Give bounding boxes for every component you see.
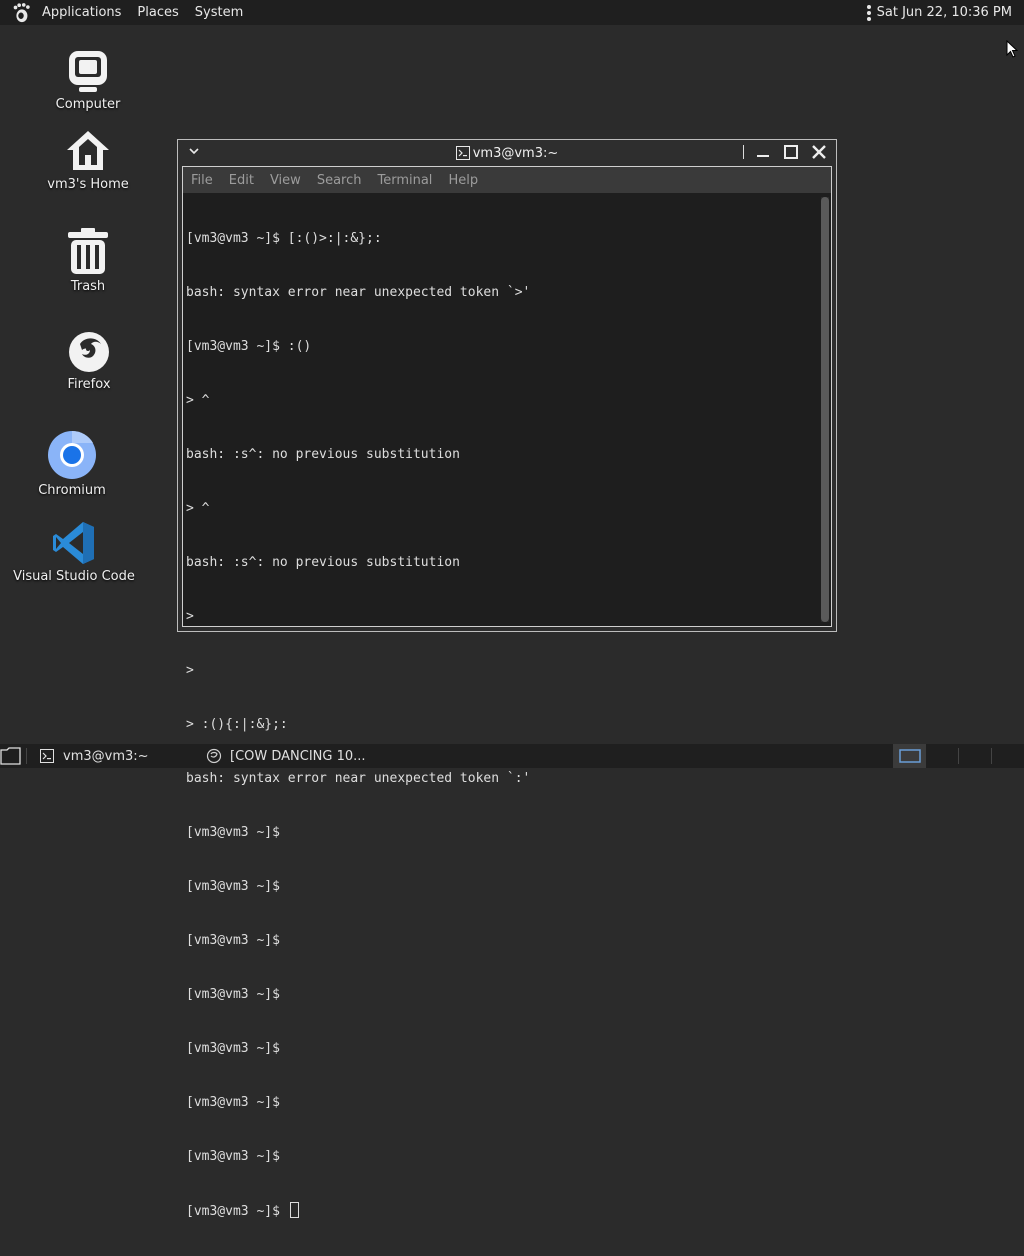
terminal-line: bash: :s^: no previous substitution: [186, 447, 460, 462]
menu-places[interactable]: Places: [129, 0, 186, 25]
window-title-text: vm3@vm3:~: [472, 145, 559, 161]
cow-icon: [206, 748, 222, 764]
terminal-output[interactable]: [vm3@vm3 ~]$ [:()>:|:&};: bash: syntax e…: [183, 193, 817, 1219]
terminal-line: [vm3@vm3 ~]$: [186, 879, 280, 894]
terminal-line: > ^: [186, 393, 210, 408]
menu-system[interactable]: System: [187, 0, 251, 25]
terminal-scrollbar[interactable]: [821, 197, 829, 622]
terminal-line: >: [186, 609, 194, 624]
top-panel: Applications Places System Sat Jun 22, 1…: [0, 0, 1024, 25]
computer-icon: [69, 51, 107, 92]
terminal-line: [vm3@vm3 ~]$: [186, 1041, 280, 1056]
terminal-prompt: [vm3@vm3 ~]$: [186, 1204, 288, 1219]
vscode-icon: [53, 522, 94, 564]
desktop-icon-firefox[interactable]: Firefox: [24, 328, 154, 393]
scrollbar-thumb[interactable]: [821, 197, 829, 622]
desktop-icon-label: Visual Studio Code: [13, 569, 135, 584]
terminal-line: bash: syntax error near unexpected token…: [186, 771, 531, 786]
close-button[interactable]: [810, 143, 828, 161]
clock[interactable]: Sat Jun 22, 10:36 PM: [877, 5, 1012, 20]
gnome-foot-icon[interactable]: [10, 2, 32, 24]
desktop-icon-chromium[interactable]: Chromium: [7, 430, 137, 499]
home-folder-icon: [67, 131, 109, 170]
titlebar-separator: [743, 145, 744, 159]
chromium-icon: [48, 430, 96, 479]
minimize-icon: [757, 155, 769, 157]
terminal-line: [vm3@vm3 ~]$: [186, 933, 280, 948]
window-title: vm3@vm3:~: [455, 145, 559, 161]
terminal-line: [vm3@vm3 ~]$: [186, 1095, 280, 1110]
terminal-prompt-line[interactable]: [vm3@vm3 ~]$: [186, 1202, 817, 1220]
workspace-1[interactable]: [893, 744, 926, 768]
terminal-line: [vm3@vm3 ~]$: [186, 825, 280, 840]
text-cursor: [289, 1202, 299, 1218]
terminal-line: > :(){:|:&};:: [186, 717, 288, 732]
mouse-pointer-icon: [1006, 40, 1018, 58]
terminal-line: [vm3@vm3 ~]$: [186, 987, 280, 1002]
desktop-icon-home[interactable]: vm3's Home: [23, 128, 153, 193]
terminal-line: [vm3@vm3 ~]$: [186, 1149, 280, 1164]
task-label: [COW DANCING 10...: [230, 748, 366, 764]
desktop-icon-vscode[interactable]: Visual Studio Code: [9, 520, 139, 585]
overflow-menu-icon[interactable]: [866, 4, 871, 21]
menu-file[interactable]: File: [191, 173, 213, 188]
bottom-panel: vm3@vm3:~ [COW DANCING 10...: [0, 744, 1024, 768]
desktop-icon-label: Computer: [55, 97, 121, 112]
terminal-line: >: [186, 663, 194, 678]
terminal-line: [vm3@vm3 ~]$ [:()>:|:&};:: [186, 231, 382, 246]
task-cow-dancing[interactable]: [COW DANCING 10...: [206, 744, 366, 768]
window-controls: [743, 143, 828, 161]
workspace-separator: [991, 748, 992, 764]
menu-search[interactable]: Search: [317, 173, 362, 188]
show-desktop-icon: [0, 747, 21, 765]
terminal-window[interactable]: vm3@vm3:~ File Edit View Search Terminal…: [177, 139, 837, 1219]
desktop-icon-label: Trash: [70, 279, 106, 294]
window-titlebar[interactable]: vm3@vm3:~: [178, 140, 836, 166]
desktop-icon-label: Firefox: [67, 377, 111, 392]
firefox-icon: [69, 332, 109, 372]
menu-view[interactable]: View: [270, 173, 301, 188]
show-desktop-button[interactable]: [0, 744, 22, 768]
desktop-icon-label: Chromium: [38, 483, 106, 498]
terminal-icon: [40, 749, 54, 763]
top-menu: Applications Places System: [34, 0, 251, 25]
trash-icon: [68, 228, 108, 274]
menu-terminal[interactable]: Terminal: [377, 173, 432, 188]
terminal-line: [vm3@vm3 ~]$ :(): [186, 339, 312, 354]
task-terminal[interactable]: vm3@vm3:~: [40, 744, 149, 768]
maximize-icon: [784, 145, 798, 159]
close-icon: [812, 145, 826, 159]
terminal-menubar: File Edit View Search Terminal Help: [183, 167, 831, 193]
maximize-button[interactable]: [782, 143, 800, 161]
terminal-pane[interactable]: File Edit View Search Terminal Help [vm3…: [182, 166, 832, 1219]
terminal-line: bash: :s^: no previous substitution: [186, 555, 460, 570]
terminal-icon: [455, 146, 470, 160]
workspace-separator: [958, 748, 959, 764]
desktop-icon-trash[interactable]: Trash: [23, 226, 153, 295]
task-label: vm3@vm3:~: [63, 748, 149, 764]
panel-separator: [26, 748, 27, 764]
workspace-thumbnail-icon: [898, 749, 921, 763]
terminal-line: > ^: [186, 501, 210, 516]
desktop-icon-label: vm3's Home: [47, 177, 129, 192]
minimize-button[interactable]: [754, 143, 772, 161]
menu-edit[interactable]: Edit: [229, 173, 254, 188]
window-menu-chevron-icon[interactable]: [188, 145, 200, 157]
menu-help[interactable]: Help: [448, 173, 478, 188]
terminal-line: bash: syntax error near unexpected token…: [186, 285, 531, 300]
menu-applications[interactable]: Applications: [34, 0, 129, 25]
desktop-icon-computer[interactable]: Computer: [23, 48, 153, 113]
top-right-area: Sat Jun 22, 10:36 PM: [866, 0, 1012, 25]
